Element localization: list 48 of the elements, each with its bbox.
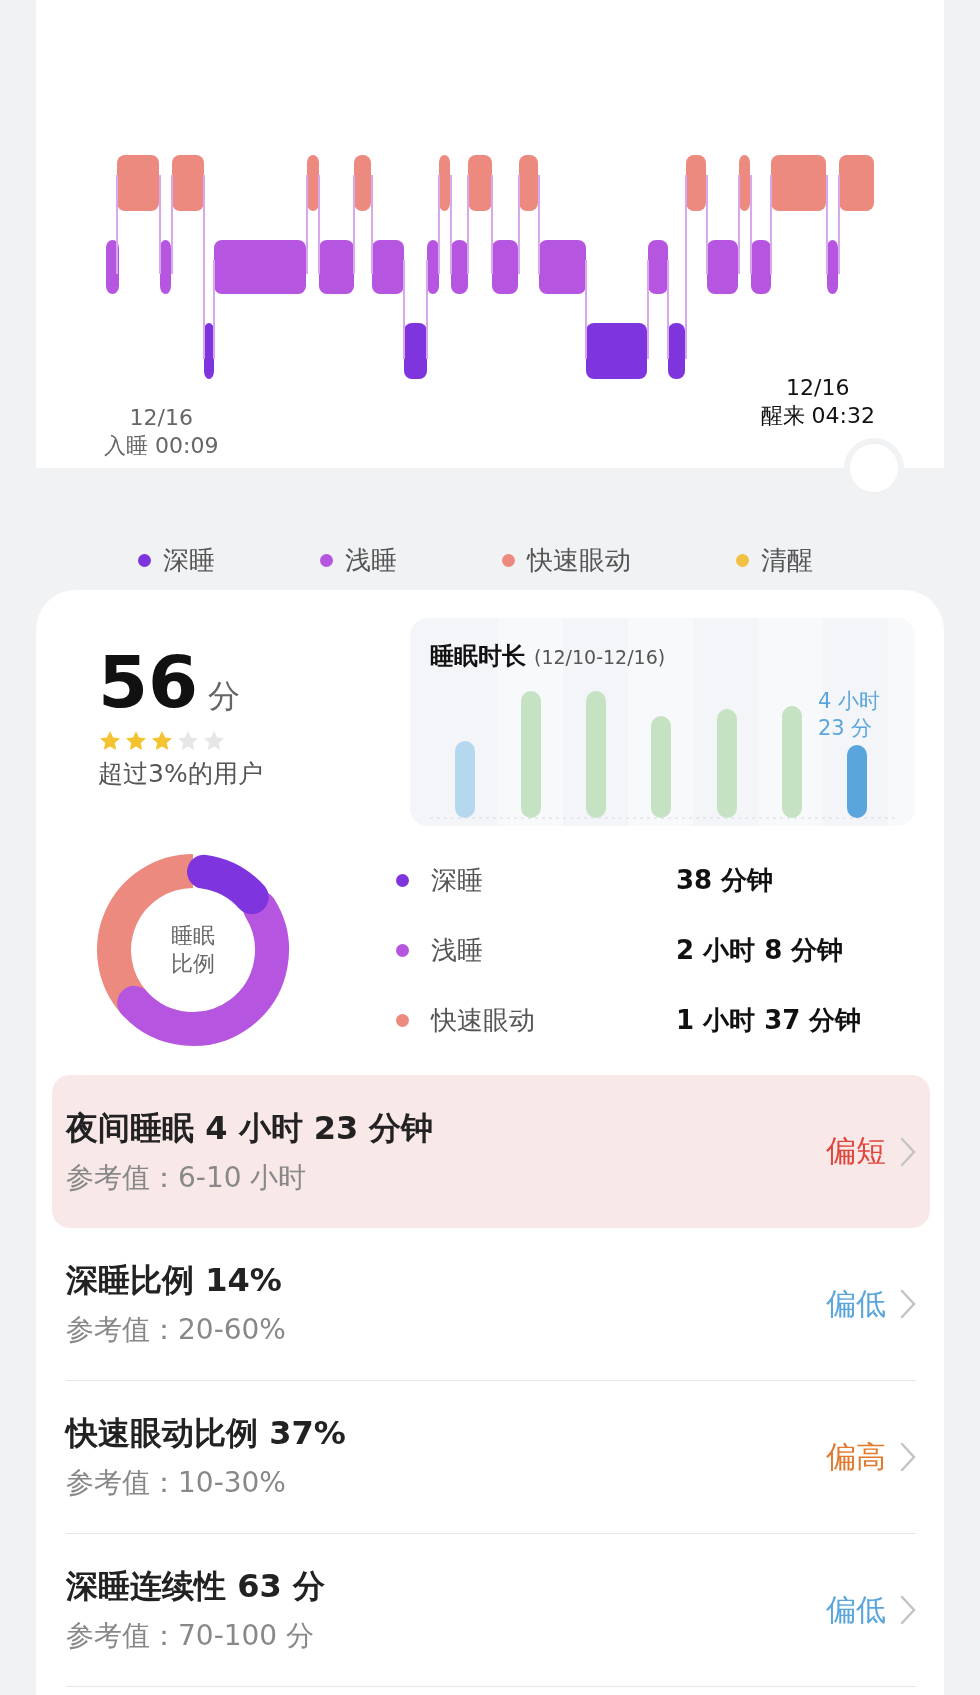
finding-reference: 参考值：10-30% (66, 1465, 287, 1501)
finding-title: 夜间睡眠 4 小时 23 分钟 (66, 1107, 435, 1149)
finding-reference: 参考值：70-100 分 (66, 1618, 316, 1654)
chevron-right-icon (900, 1136, 916, 1167)
finding-title: 深睡比例 14% (66, 1260, 283, 1301)
star-icon (176, 729, 200, 753)
legend-label: 快速眼动 (527, 543, 631, 577)
finding-row[interactable]: 夜间睡眠 4 小时 23 分钟 参考值：6-10 小时 偏短 (52, 1075, 930, 1228)
chevron-right-icon (900, 1442, 916, 1472)
chart-title: 睡眠时长 (430, 641, 526, 672)
stage-duration: 38 分钟 (676, 864, 775, 897)
finding-status: 偏高 (826, 1437, 886, 1476)
chevron-right-icon (900, 1595, 916, 1625)
finding-row[interactable]: 深睡连续性 63 分 参考值：70-100 分 偏低 (52, 1534, 930, 1687)
stage-name: 浅睡 (431, 934, 483, 967)
finding-row[interactable]: 深睡比例 14% 参考值：20-60% 偏低 (52, 1228, 930, 1381)
bar-value-label: 23 分 (818, 715, 874, 742)
sleep-start-date: 12/16 (129, 404, 193, 432)
sleep-start-time: 入睡 00:09 (104, 432, 219, 460)
chart-date-range: (12/10-12/16) (534, 646, 666, 668)
finding-reference: 参考值：20-60% (66, 1312, 287, 1348)
finding-status: 偏短 (826, 1132, 886, 1170)
score-unit: 分 (208, 676, 241, 717)
sleep-score: 56 (98, 646, 199, 718)
legend-label: 深睡 (163, 543, 215, 577)
legend-label: 浅睡 (345, 543, 397, 577)
star-icon (124, 729, 148, 753)
stage-duration: 1 小时 37 分钟 (676, 1004, 862, 1037)
finding-reference: 参考值：6-10 小时 (66, 1159, 308, 1196)
finding-status: 偏低 (826, 1284, 886, 1323)
stage-duration: 2 小时 8 分钟 (676, 934, 845, 967)
stage-name: 深睡 (431, 864, 483, 897)
wake-date: 12/16 (786, 374, 850, 402)
finding-title: 快速眼动比例 37% (66, 1413, 347, 1454)
bar-value-label: 4 小时 (818, 688, 881, 715)
finding-title: 深睡连续性 63 分 (66, 1566, 326, 1607)
legend-label: 清醒 (761, 543, 813, 577)
finding-status: 偏低 (826, 1590, 886, 1629)
donut-center-label: 睡眠 (171, 922, 215, 950)
chevron-right-icon (900, 1289, 916, 1319)
score-caption: 超过3%的用户 (98, 758, 264, 790)
donut-center-label: 比例 (171, 950, 215, 978)
wake-time: 醒来 04:32 (760, 402, 875, 430)
star-icon (98, 729, 122, 753)
finding-row[interactable]: 快速眼动比例 37% 参考值：10-30% 偏高 (52, 1381, 930, 1534)
stage-name: 快速眼动 (431, 1004, 535, 1037)
star-icon (150, 729, 174, 753)
star-icon (202, 729, 226, 753)
